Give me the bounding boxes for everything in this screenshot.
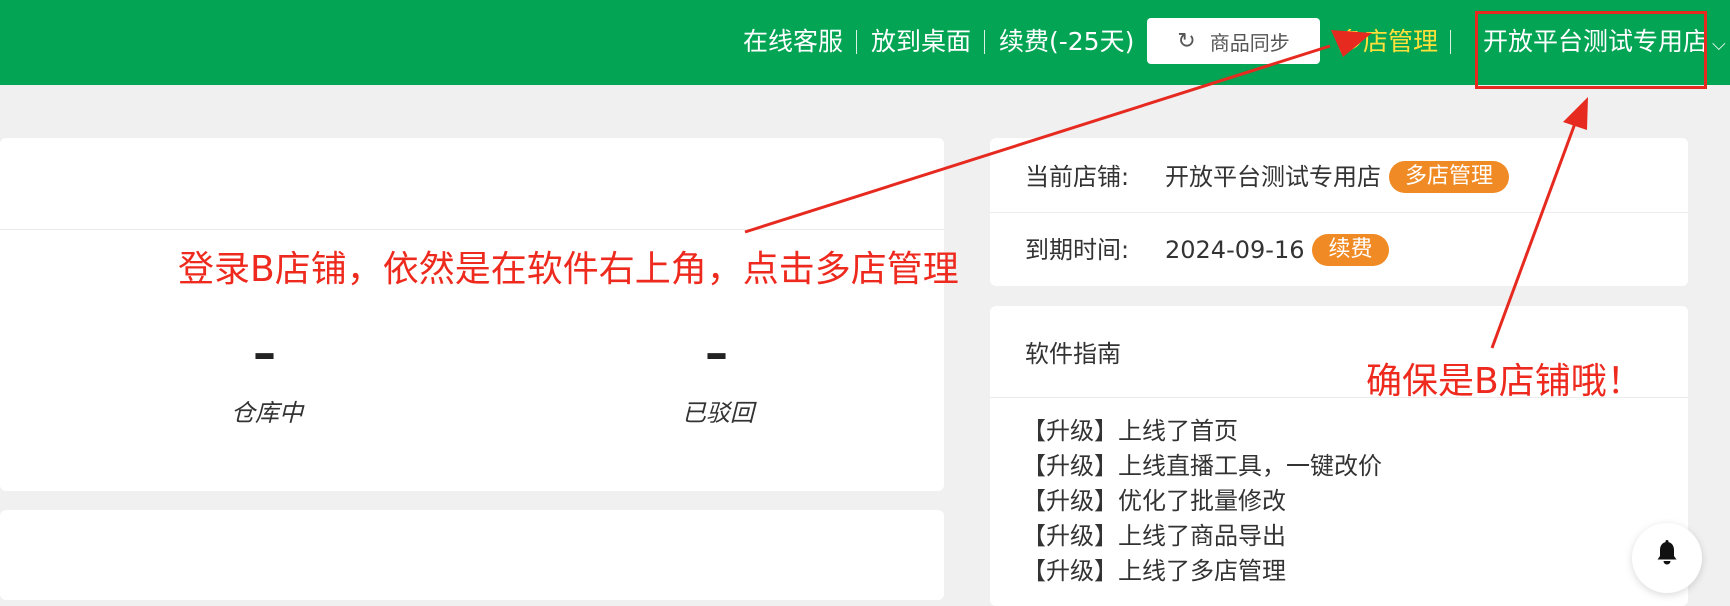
put-desktop-link[interactable]: 放到桌面 bbox=[871, 22, 971, 62]
guide-item[interactable]: 【升级】上线了商品导出 bbox=[1022, 519, 1382, 554]
guide-item[interactable]: 【升级】上线了首页 bbox=[1022, 414, 1382, 449]
chevron-down-icon: ⌵ bbox=[1712, 34, 1726, 55]
current-shop-row-label: 当前店铺: bbox=[1025, 163, 1130, 191]
annotation-arrowhead bbox=[1563, 97, 1588, 130]
software-guide-card: 软件指南 【升级】上线了首页 【升级】上线直播工具，一键改价 【升级】优化了批量… bbox=[990, 306, 1688, 606]
current-shop-row: 当前店铺: 开放平台测试专用店 多店管理 bbox=[1025, 157, 1510, 197]
guide-item[interactable]: 【升级】上线了多店管理 bbox=[1022, 554, 1382, 589]
multi-store-badge[interactable]: 多店管理 bbox=[1389, 161, 1510, 193]
stat-rejected-value: – bbox=[705, 326, 728, 380]
stats-card: – 仓库中 – 已驳回 bbox=[0, 138, 944, 491]
stat-warehouse-value: – bbox=[253, 326, 276, 380]
product-sync-label: 商品同步 bbox=[1209, 30, 1290, 55]
notification-button[interactable] bbox=[1632, 523, 1702, 593]
guide-list: 【升级】上线了首页 【升级】上线直播工具，一键改价 【升级】优化了批量修改 【升… bbox=[1022, 414, 1382, 589]
annotation-highlight-box bbox=[1475, 11, 1707, 89]
guide-title: 软件指南 bbox=[1025, 340, 1121, 368]
annotation-login-hint: 登录B店铺，依然是在软件右上角，点击多店管理 bbox=[178, 249, 959, 290]
store-info-card: 当前店铺: 开放平台测试专用店 多店管理 到期时间: 2024-09-16 续费 bbox=[990, 138, 1688, 286]
online-service-link[interactable]: 在线客服 bbox=[743, 22, 843, 62]
renew-badge[interactable]: 续费 bbox=[1312, 234, 1389, 266]
header-separator bbox=[856, 30, 857, 54]
bell-icon bbox=[1657, 540, 1677, 565]
multi-store-link[interactable]: 多店管理 bbox=[1338, 22, 1438, 62]
header-separator bbox=[1450, 30, 1451, 54]
guide-item[interactable]: 【升级】优化了批量修改 bbox=[1022, 484, 1382, 519]
product-sync-button[interactable]: ↻ 商品同步 bbox=[1147, 18, 1320, 64]
current-shop-row-value: 开放平台测试专用店 bbox=[1165, 163, 1381, 191]
annotation-store-check: 确保是B店铺哦！ bbox=[1366, 361, 1643, 402]
expire-row: 到期时间: 2024-09-16 续费 bbox=[1025, 230, 1389, 270]
stat-warehouse-label: 仓库中 bbox=[231, 399, 303, 427]
guide-item[interactable]: 【升级】上线直播工具，一键改价 bbox=[1022, 449, 1382, 484]
top-header: 在线客服 放到桌面 续费(-25天) ↻ 商品同步 多店管理 开放平台测试专用店… bbox=[0, 0, 1730, 85]
secondary-card bbox=[0, 510, 944, 600]
header-separator bbox=[984, 30, 985, 54]
stat-rejected-label: 已驳回 bbox=[682, 399, 754, 427]
expire-row-value: 2024-09-16 bbox=[1165, 236, 1305, 264]
renew-link[interactable]: 续费(-25天) bbox=[999, 22, 1134, 62]
sync-icon: ↻ bbox=[1177, 28, 1196, 54]
expire-row-label: 到期时间: bbox=[1025, 236, 1130, 264]
card-divider bbox=[0, 229, 944, 230]
card-divider bbox=[990, 212, 1688, 213]
